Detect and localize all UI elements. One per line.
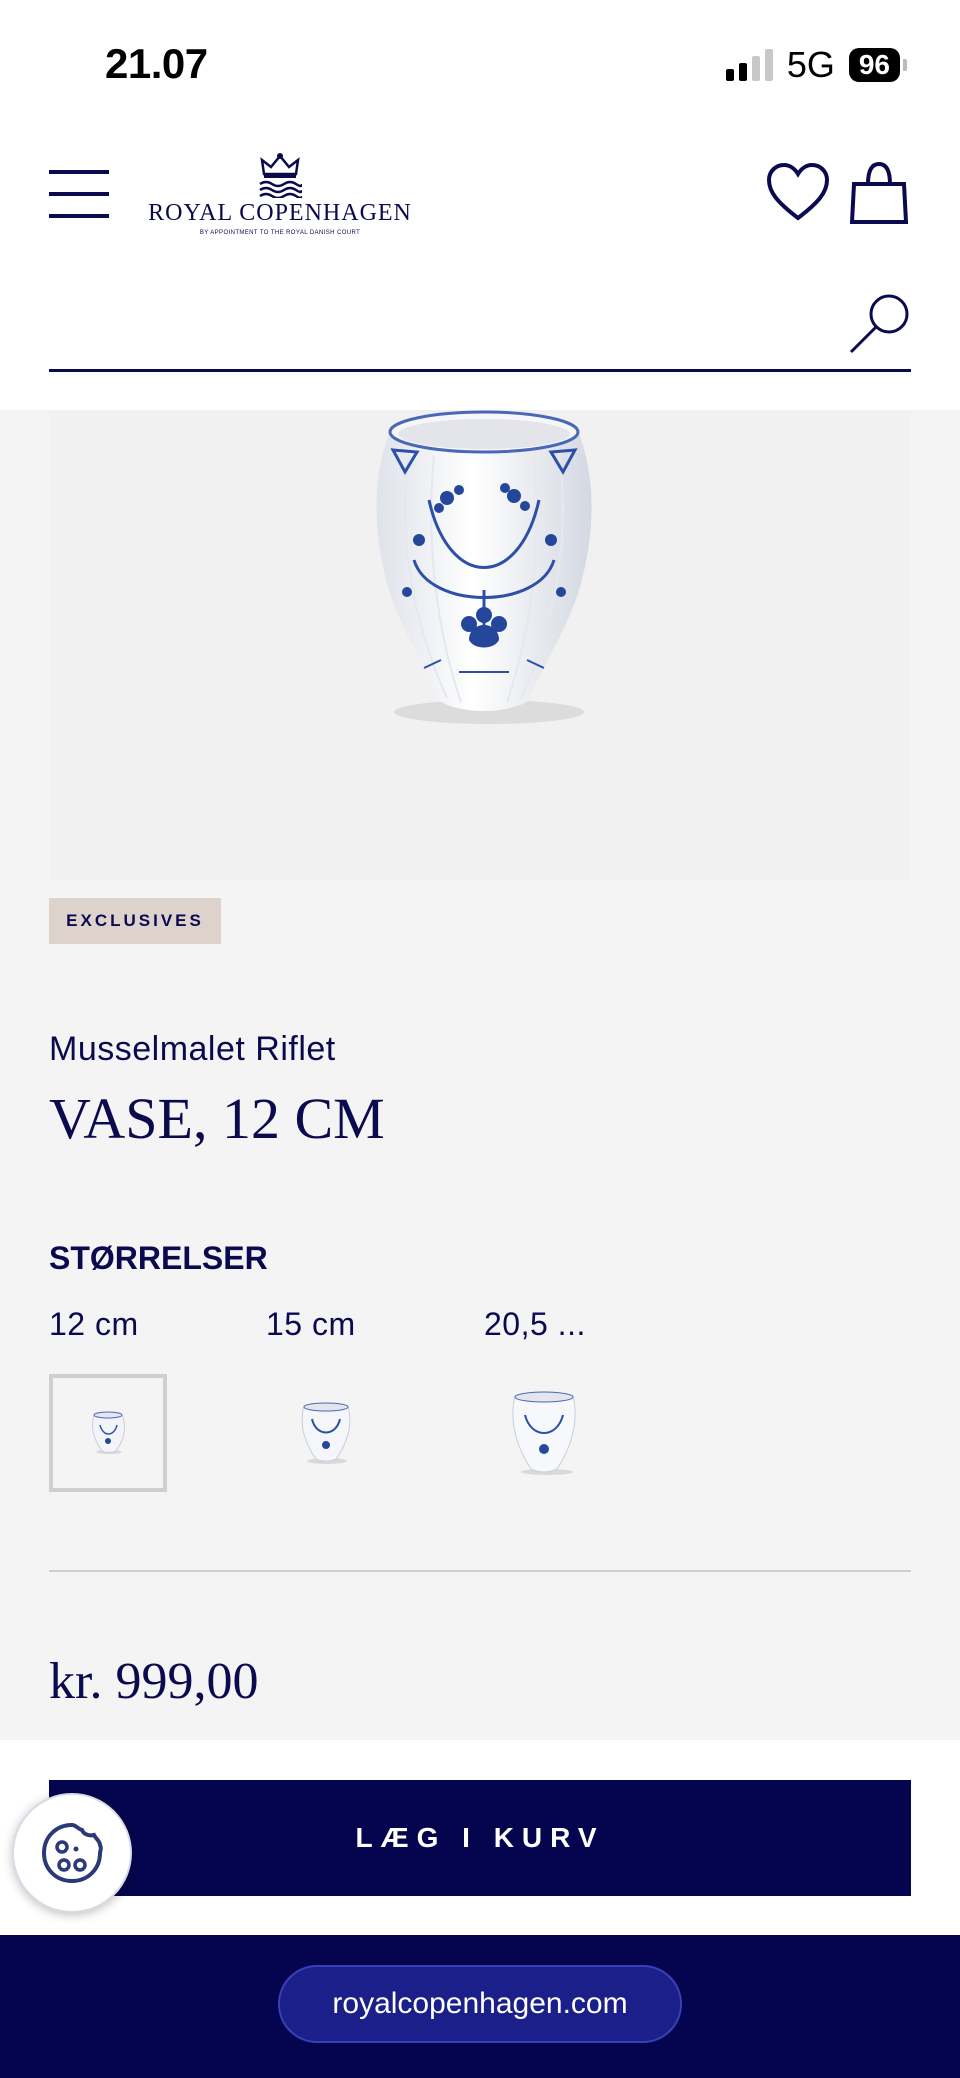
url-field[interactable]: royalcopenhagen.com — [278, 1965, 682, 2043]
heart-icon[interactable] — [765, 160, 831, 226]
size-label-20-5cm[interactable]: 20,5 ... — [484, 1306, 586, 1343]
logo-subtitle: BY APPOINTMENT TO THE ROYAL DANISH COURT — [199, 230, 361, 236]
size-option-12cm[interactable] — [49, 1374, 167, 1492]
vase-thumbnail — [512, 1391, 576, 1475]
product-price: kr. 999,00 — [49, 1653, 259, 1710]
product-collection: Musselmalet Riflet — [49, 1030, 336, 1068]
status-time: 21.07 — [105, 40, 208, 87]
size-label-12cm[interactable]: 12 cm — [49, 1306, 139, 1343]
crown-icon — [259, 153, 302, 198]
vase-image — [376, 410, 592, 724]
browser-address-bar: royalcopenhagen.com — [0, 1935, 960, 2078]
exclusives-badge: EXCLUSIVES — [49, 898, 221, 944]
sizes-heading: STØRRELSER — [49, 1240, 268, 1276]
product-image[interactable] — [49, 410, 911, 880]
search-input[interactable] — [49, 290, 829, 360]
shopping-bag-icon[interactable] — [848, 160, 910, 226]
search-icon[interactable] — [847, 292, 911, 356]
battery-level: 96 — [858, 49, 890, 80]
size-label-15cm[interactable]: 15 cm — [266, 1306, 356, 1343]
status-bar: 21.07 5G 96 — [0, 0, 960, 120]
size-option-20-5cm[interactable] — [484, 1374, 602, 1492]
section-divider — [49, 1570, 911, 1572]
vase-thumbnail — [301, 1402, 351, 1464]
site-header: ROYAL COPENHAGEN BY APPOINTMENT TO THE R… — [0, 120, 960, 410]
add-to-cart-area: LÆG I KURV — [0, 1740, 960, 1935]
add-to-cart-button[interactable]: LÆG I KURV — [49, 1780, 911, 1896]
product-title: VASE, 12 CM — [49, 1086, 385, 1151]
status-indicators: 5G 96 — [725, 44, 907, 86]
logo-wordmark: ROYAL COPENHAGEN — [148, 200, 412, 226]
size-option-15cm[interactable] — [266, 1374, 384, 1492]
network-type: 5G — [786, 44, 835, 85]
vase-thumbnail — [92, 1411, 125, 1454]
cookie-icon — [41, 1822, 103, 1884]
hamburger-menu-icon[interactable] — [49, 170, 109, 218]
cookie-settings-button[interactable] — [12, 1793, 132, 1913]
search-bar — [49, 280, 911, 372]
battery-icon: 96 — [848, 48, 907, 82]
brand-logo[interactable]: ROYAL COPENHAGEN BY APPOINTMENT TO THE R… — [145, 152, 415, 244]
cellular-signal-icon — [725, 49, 773, 81]
